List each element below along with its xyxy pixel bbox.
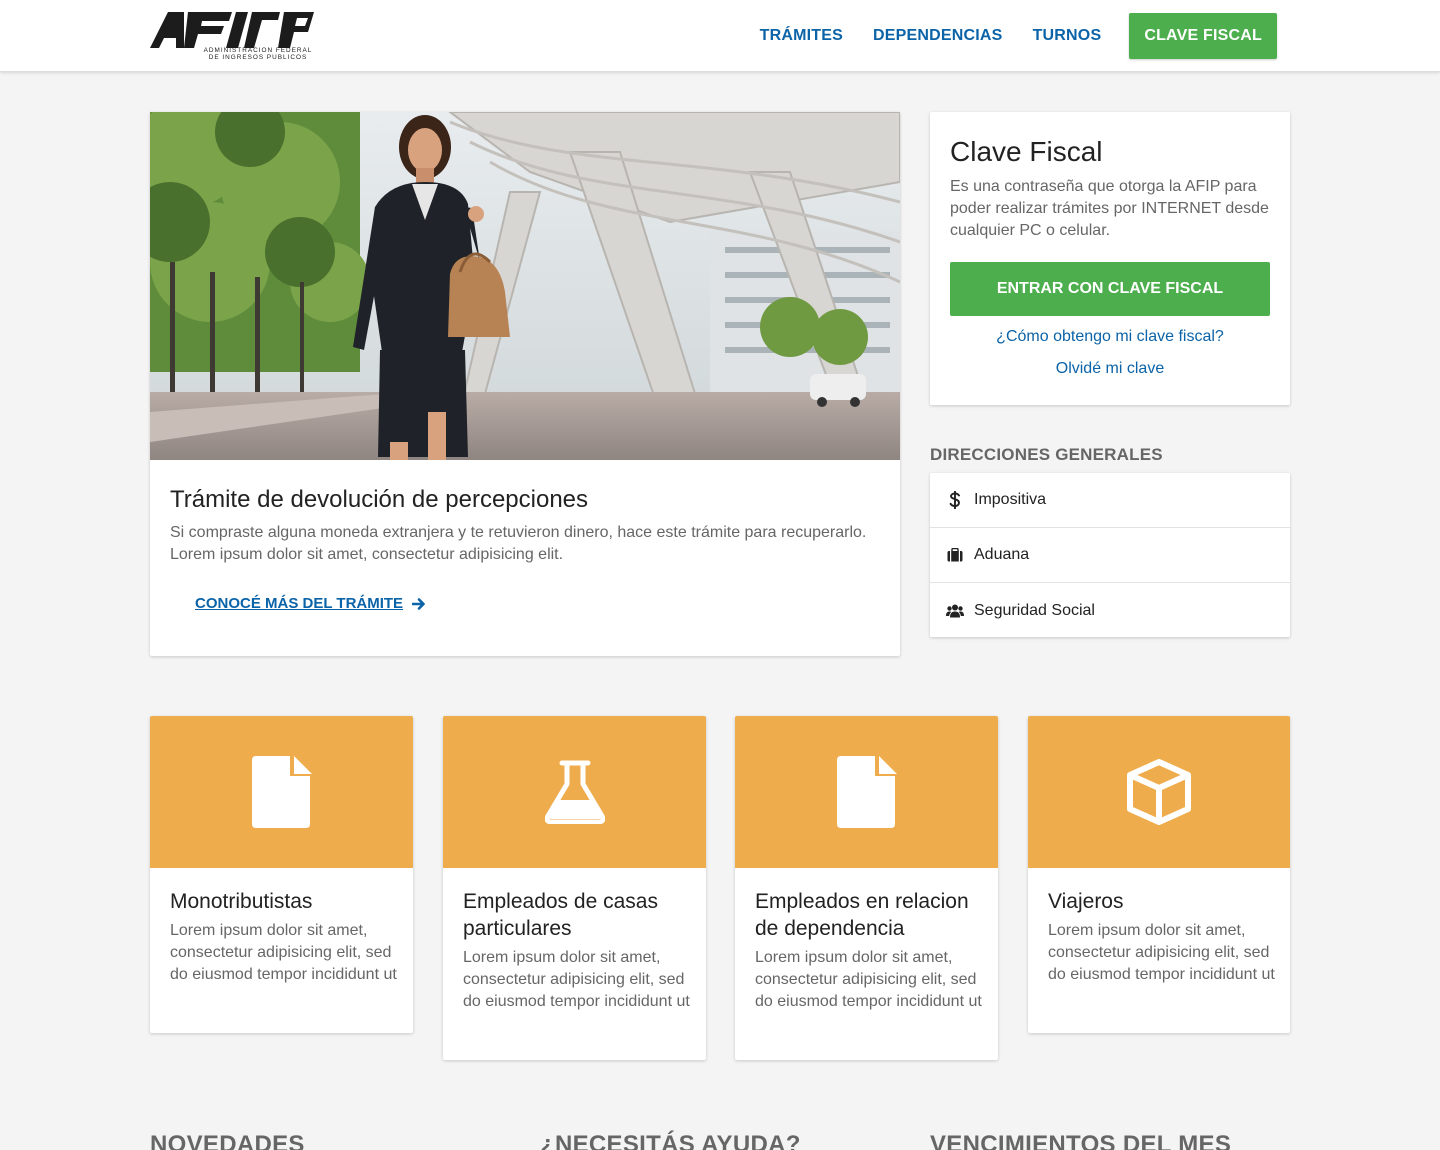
clave-fiscal-description: Es una contraseña que otorga la AFIP par… bbox=[950, 178, 1269, 239]
category-card-header bbox=[150, 716, 413, 868]
category-title: Empleados de casas particulares bbox=[463, 890, 658, 940]
category-title: Viajeros bbox=[1048, 890, 1124, 913]
direccion-item-impositiva[interactable]: Impositiva bbox=[930, 473, 1290, 528]
direccion-item-seguridad-social[interactable]: Seguridad Social bbox=[930, 583, 1290, 638]
dollar-icon bbox=[946, 491, 964, 509]
olvide-clave-link[interactable]: Olvidé mi clave bbox=[930, 360, 1290, 378]
entrar-clave-fiscal-button[interactable]: ENTRAR CON CLAVE FISCAL bbox=[950, 262, 1270, 316]
nav-tramites[interactable]: TRÁMITES bbox=[760, 27, 843, 45]
file-icon bbox=[836, 756, 897, 828]
clave-fiscal-panel: Clave Fiscal Es una contraseña que otorg… bbox=[930, 112, 1290, 405]
category-title: Monotributistas bbox=[170, 890, 313, 913]
category-card-casas-particulares[interactable]: Empleados de casas particulares Lorem ip… bbox=[443, 716, 706, 1060]
category-card-monotributistas[interactable]: Monotributistas Lorem ipsum dolor sit am… bbox=[150, 716, 413, 1033]
category-description: Lorem ipsum dolor sit amet, consectetur … bbox=[170, 922, 397, 983]
direccion-label: Aduana bbox=[974, 546, 1030, 563]
nav-turnos[interactable]: TURNOS bbox=[1033, 27, 1102, 45]
direcciones-generales-heading: DIRECCIONES GENERALES bbox=[930, 445, 1163, 464]
nav-dependencias[interactable]: DEPENDENCIAS bbox=[873, 27, 1003, 45]
direcciones-generales-list: Impositiva Aduana Seguridad Social bbox=[930, 473, 1290, 637]
logo-subtitle-line2: DE INGRESOS PUBLICOS bbox=[208, 54, 308, 61]
featured-tramite-card: Trámite de devolución de percepciones Si… bbox=[150, 112, 900, 656]
users-icon bbox=[946, 602, 964, 620]
briefcase-icon bbox=[946, 546, 964, 564]
category-card-header bbox=[1028, 716, 1290, 868]
category-card-header bbox=[735, 716, 998, 868]
conoce-mas-link[interactable]: CONOCÉ MÁS DEL TRÁMITE bbox=[195, 595, 426, 612]
direccion-label: Seguridad Social bbox=[974, 601, 1095, 619]
clave-fiscal-title: Clave Fiscal bbox=[950, 136, 1103, 167]
logo-subtitle-line1: ADMINISTRACION FEDERAL bbox=[203, 47, 313, 54]
novedades-heading: NOVEDADES bbox=[150, 1131, 305, 1150]
obtener-clave-link[interactable]: ¿Cómo obtengo mi clave fiscal? bbox=[930, 328, 1290, 346]
vencimientos-heading: VENCIMIENTOS DEL MES bbox=[930, 1131, 1232, 1150]
category-description: Lorem ipsum dolor sit amet, consectetur … bbox=[755, 949, 982, 1010]
afip-logo[interactable]: ADMINISTRACION FEDERAL DE INGRESOS PUBLI… bbox=[150, 10, 316, 62]
direccion-label: Impositiva bbox=[974, 491, 1047, 508]
category-description: Lorem ipsum dolor sit amet, consectetur … bbox=[1048, 922, 1275, 983]
tramite-title: Trámite de devolución de percepciones bbox=[170, 486, 589, 513]
cube-icon bbox=[1127, 759, 1191, 825]
file-icon bbox=[251, 756, 312, 828]
tramite-description: Si compraste alguna moneda extranjera y … bbox=[170, 524, 867, 563]
category-title: Empleados en relacion de dependencia bbox=[755, 890, 969, 940]
direccion-item-aduana[interactable]: Aduana bbox=[930, 528, 1290, 583]
afip-logo-mark bbox=[150, 12, 314, 48]
arrow-right-icon bbox=[412, 597, 425, 610]
clave-fiscal-button[interactable]: CLAVE FISCAL bbox=[1129, 13, 1277, 59]
category-card-relacion-dependencia[interactable]: Empleados en relacion de dependencia Lor… bbox=[735, 716, 998, 1060]
category-card-viajeros[interactable]: Viajeros Lorem ipsum dolor sit amet, con… bbox=[1028, 716, 1290, 1033]
flask-icon bbox=[544, 760, 605, 824]
category-card-header bbox=[443, 716, 706, 868]
ayuda-heading: ¿NECESITÁS AYUDA? bbox=[540, 1131, 801, 1150]
conoce-mas-label: CONOCÉ MÁS DEL TRÁMITE bbox=[195, 595, 404, 612]
category-description: Lorem ipsum dolor sit amet, consectetur … bbox=[463, 949, 690, 1010]
top-header: ADMINISTRACION FEDERAL DE INGRESOS PUBLI… bbox=[0, 0, 1440, 72]
hero-photo bbox=[150, 112, 900, 460]
main-nav: TRÁMITES DEPENDENCIAS TURNOS CLAVE FISCA… bbox=[760, 13, 1277, 59]
